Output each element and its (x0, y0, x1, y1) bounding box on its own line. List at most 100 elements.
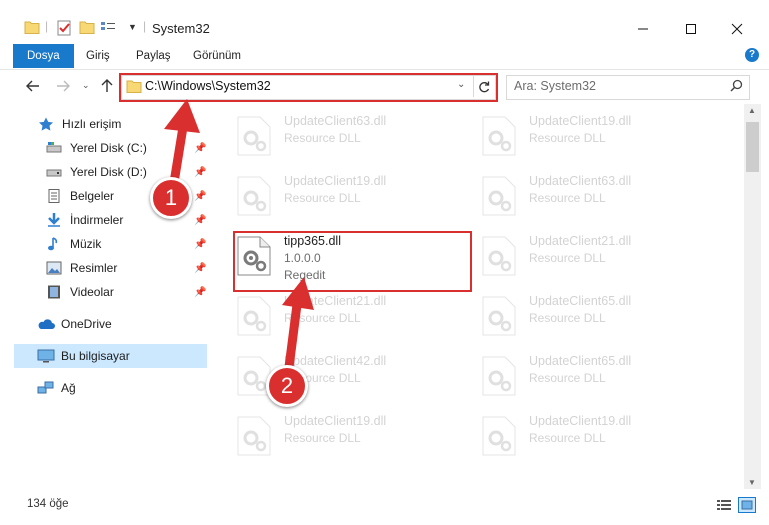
scrollbar-thumb[interactable] (746, 122, 759, 172)
cloud-icon (37, 317, 55, 331)
pin-icon[interactable]: 📌 (194, 239, 206, 250)
star-icon (38, 117, 54, 131)
nav-item-local-disk-c[interactable]: Yerel Disk (C:) (46, 137, 147, 159)
file-name: UpdateClient63.dll (284, 114, 387, 128)
new-folder-icon[interactable] (79, 20, 95, 34)
file-name: UpdateClient65.dll (529, 354, 632, 368)
nav-label: Müzik (70, 237, 102, 251)
minimize-icon (638, 28, 648, 30)
file-item[interactable]: UpdateClient63.dll Resource DLL (482, 174, 702, 230)
tab-view[interactable]: Görünüm (181, 44, 253, 68)
documents-icon (46, 189, 62, 203)
nav-label: Resimler (70, 261, 118, 275)
videos-icon (46, 285, 62, 299)
file-description: Resource DLL (284, 131, 361, 145)
download-arrow-icon (46, 213, 62, 227)
folder-icon[interactable] (24, 20, 40, 34)
file-description: Resource DLL (529, 311, 606, 325)
drive-icon (46, 141, 62, 155)
dll-file-icon (237, 116, 271, 156)
dll-file-icon (237, 416, 271, 456)
scroll-down-icon[interactable]: ▼ (748, 478, 756, 487)
nav-label: Bu bilgisayar (61, 349, 130, 363)
help-icon[interactable]: ? (745, 48, 759, 62)
tiles-view-icon[interactable] (738, 497, 756, 513)
file-name: UpdateClient19.dll (529, 114, 632, 128)
file-description: Resource DLL (529, 251, 606, 265)
nav-quick-access[interactable]: Hızlı erişim (38, 113, 121, 135)
step-badge-2: 2 (266, 365, 308, 407)
nav-item-downloads[interactable]: İndirmeler (46, 209, 123, 231)
nav-onedrive[interactable]: OneDrive (37, 313, 112, 335)
dll-file-icon (482, 416, 516, 456)
file-item[interactable]: UpdateClient21.dll Resource DLL (482, 234, 702, 290)
file-item[interactable]: UpdateClient63.dll Resource DLL (237, 114, 457, 170)
scroll-up-icon[interactable]: ▲ (748, 106, 756, 115)
file-name: UpdateClient19.dll (529, 414, 632, 428)
pin-icon[interactable]: 📌 (194, 215, 206, 226)
customize-icon[interactable] (100, 20, 116, 34)
nav-label: Videolar (70, 285, 114, 299)
file-item[interactable]: UpdateClient19.dll Resource DLL (482, 414, 702, 470)
file-description: Resource DLL (529, 431, 606, 445)
nav-label: Yerel Disk (D:) (70, 165, 147, 179)
search-input[interactable]: Ara: System32 (514, 79, 596, 93)
file-name: UpdateClient65.dll (529, 294, 632, 308)
file-description: Resource DLL (284, 431, 361, 445)
nav-item-music[interactable]: Müzik (46, 233, 101, 255)
nav-label: İndirmeler (70, 213, 124, 227)
file-description: Resource DLL (529, 131, 606, 145)
dll-file-icon (482, 176, 516, 216)
details-view-icon[interactable] (716, 499, 732, 514)
tab-share[interactable]: Paylaş (124, 44, 183, 68)
file-description: Resource DLL (529, 191, 606, 205)
tab-file[interactable]: Dosya (13, 44, 74, 68)
separator: | (143, 19, 147, 33)
file-name: UpdateClient63.dll (529, 174, 632, 188)
file-name: UpdateClient19.dll (284, 174, 387, 188)
nav-item-pictures[interactable]: Resimler (46, 257, 117, 279)
properties-icon[interactable] (56, 20, 72, 36)
nav-label: Belgeler (70, 189, 115, 203)
close-button[interactable] (714, 14, 760, 44)
dll-file-icon (482, 236, 516, 276)
quick-access-dropdown-icon[interactable]: ▼ (128, 22, 137, 32)
file-description: Resource DLL (284, 191, 361, 205)
pin-icon[interactable]: 📌 (194, 287, 206, 298)
network-icon (37, 381, 54, 395)
nav-network[interactable]: Ağ (37, 377, 76, 399)
forward-arrow-icon (57, 80, 70, 92)
file-name: UpdateClient21.dll (529, 234, 632, 248)
nav-item-documents[interactable]: Belgeler (46, 185, 114, 207)
back-button[interactable] (23, 76, 43, 96)
minimize-button[interactable] (620, 14, 666, 44)
file-name: UpdateClient19.dll (284, 414, 387, 428)
maximize-button[interactable] (668, 14, 714, 44)
music-icon (46, 237, 62, 251)
up-button[interactable] (97, 76, 117, 96)
file-description: Resource DLL (529, 371, 606, 385)
maximize-icon (686, 24, 696, 34)
nav-label: Yerel Disk (C:) (70, 141, 147, 155)
separator: | (45, 19, 49, 33)
step-badge-1: 1 (150, 177, 192, 219)
back-arrow-icon (26, 80, 39, 92)
close-icon (731, 23, 743, 35)
nav-item-videos[interactable]: Videolar (46, 281, 114, 303)
drive-icon (46, 165, 62, 179)
file-item[interactable]: UpdateClient65.dll Resource DLL (482, 294, 702, 350)
recent-locations-icon[interactable]: ⌄ (82, 80, 90, 91)
window-title: System32 (152, 21, 210, 36)
file-item[interactable]: UpdateClient19.dll Resource DLL (482, 114, 702, 170)
forward-button[interactable] (53, 76, 73, 96)
nav-item-local-disk-d[interactable]: Yerel Disk (D:) (46, 161, 147, 183)
nav-this-pc[interactable]: Bu bilgisayar (37, 345, 130, 367)
file-item[interactable]: UpdateClient19.dll Resource DLL (237, 414, 457, 470)
pictures-icon (46, 261, 62, 275)
up-arrow-icon (101, 79, 113, 92)
file-item[interactable]: UpdateClient65.dll Resource DLL (482, 354, 702, 410)
nav-label: Ağ (61, 381, 76, 395)
pin-icon[interactable]: 📌 (194, 263, 206, 274)
tab-home[interactable]: Giriş (74, 44, 122, 68)
file-item[interactable]: UpdateClient19.dll Resource DLL (237, 174, 457, 230)
